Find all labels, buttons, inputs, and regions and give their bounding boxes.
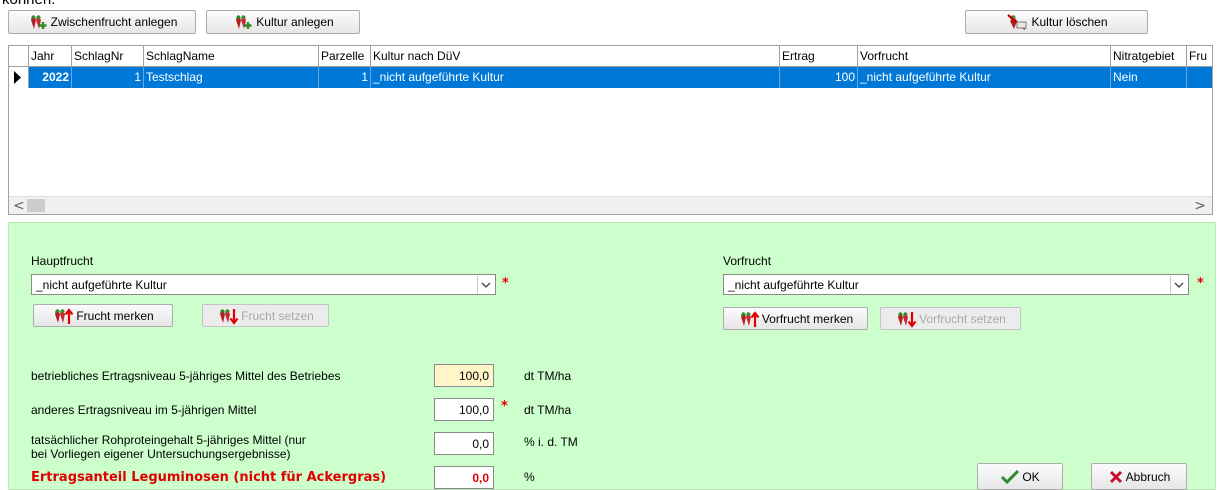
col-fru[interactable]: Fru [1187,46,1212,67]
anderes-unit: dt TM/ha [524,403,572,417]
ok-button[interactable]: OK [977,463,1063,490]
current-row-arrow-icon [14,71,21,84]
crop-delete-icon [1007,14,1027,30]
frucht-merken-button[interactable]: Frucht merken [33,304,173,327]
cell-nitratgebiet: Nein [1111,67,1187,88]
vorfrucht-merken-label: Vorfrucht merken [761,311,854,326]
vorfrucht-select[interactable]: _nicht aufgeführte Kultur [723,274,1189,295]
col-nitratgebiet[interactable]: Nitratgebiet [1111,46,1187,67]
betrieb-unit: dt TM/ha [524,369,572,383]
frucht-merken-label: Frucht merken [76,308,154,323]
leguminosen-field[interactable]: 0,0 [434,466,494,489]
scroll-thumb[interactable] [27,199,45,212]
cancel-x-icon [1109,470,1122,483]
required-marker: * [1197,276,1204,291]
header-indicator [9,46,29,67]
col-vorfrucht[interactable]: Vorfrucht [858,46,1111,67]
kultur-grid[interactable]: Jahr SchlagNr SchlagName Parzelle Kultur… [8,45,1213,215]
abbruch-button[interactable]: Abbruch [1091,463,1187,490]
kultur-form-panel: Hauptfrucht _nicht aufgeführte Kultur * … [8,222,1216,490]
table-row[interactable]: 2022 1 Testschlag 1 _nicht aufgeführte K… [9,67,1212,88]
required-marker: * [501,399,508,414]
vorfrucht-setzen-button[interactable]: Vorfrucht setzen [880,307,1021,330]
kultur-loeschen-button[interactable]: Kultur löschen [965,10,1148,34]
cutoff-text: können. [2,0,55,8]
checkmark-icon [1001,469,1020,484]
row-indicator[interactable] [9,67,29,88]
abbruch-label: Abbruch [1125,469,1171,484]
rohprotein-field[interactable]: 0,0 [434,432,494,455]
hauptfrucht-select[interactable]: _nicht aufgeführte Kultur [31,274,496,295]
kultur-anlegen-label: Kultur anlegen [256,15,334,29]
col-ertrag[interactable]: Ertrag [780,46,858,67]
anderes-ertragsniveau-label: anderes Ertragsniveau im 5-jährigen Mitt… [31,403,257,417]
cell-schlagnr: 1 [72,67,144,88]
kultur-anlegen-button[interactable]: Kultur anlegen [206,10,360,34]
cell-kultur: _nicht aufgeführte Kultur [371,67,780,88]
vorfrucht-setzen-label: Vorfrucht setzen [919,311,1006,326]
frucht-setzen-label: Frucht setzen [241,308,314,323]
col-parzelle[interactable]: Parzelle [319,46,371,67]
crop-down-icon [220,308,239,325]
crop-down-icon [898,311,917,328]
crop-up-icon [740,310,760,327]
chevron-down-icon[interactable] [1170,276,1187,293]
rohprotein-label-line1: tatsächlicher Rohproteingehalt 5-jährige… [31,433,306,447]
crop-up-icon [55,307,74,324]
leguminosen-label: Ertragsanteil Leguminosen (nicht für Ack… [31,470,387,485]
cell-parzelle: 1 [319,67,371,88]
leguminosen-unit: % [524,470,535,484]
horizontal-scrollbar[interactable]: < > [9,196,1212,214]
scroll-right-arrow[interactable]: > [1194,198,1206,214]
cell-ertrag: 100 [780,67,858,88]
hauptfrucht-label: Hauptfrucht [31,254,94,268]
cell-vorfrucht: _nicht aufgeführte Kultur [858,67,1111,88]
crop-add-icon [30,15,47,29]
grid-header: Jahr SchlagNr SchlagName Parzelle Kultur… [9,46,1212,67]
zwischenfrucht-anlegen-button[interactable]: Zwischenfrucht anlegen [8,10,196,34]
rohprotein-label-line2: bei Vorliegen eigener Untersuchungsergeb… [31,447,291,461]
col-schlagname[interactable]: SchlagName [144,46,319,67]
col-kultur[interactable]: Kultur nach DüV [371,46,780,67]
ok-label: OK [1022,469,1040,484]
col-jahr[interactable]: Jahr [29,46,72,67]
cell-schlagname: Testschlag [144,67,319,88]
frucht-setzen-button[interactable]: Frucht setzen [202,304,329,327]
cell-jahr: 2022 [29,67,72,88]
kultur-loeschen-label: Kultur löschen [1031,15,1108,29]
anderes-ertragsniveau-field[interactable]: 100,0 [434,398,494,421]
rohprotein-unit: % i. d. TM [524,435,578,449]
vorfrucht-merken-button[interactable]: Vorfrucht merken [723,307,868,330]
required-marker: * [502,276,509,291]
cell-fru [1187,67,1212,88]
chevron-down-icon[interactable] [477,276,494,293]
col-schlagnr[interactable]: SchlagNr [72,46,144,67]
scroll-left-arrow[interactable]: < [13,198,25,214]
vorfrucht-value: _nicht aufgeführte Kultur [728,278,859,292]
crop-add-icon [236,15,252,29]
vorfrucht-label: Vorfrucht [723,254,772,268]
betrieb-ertragsniveau-field[interactable]: 100,0 [434,364,494,387]
hauptfrucht-value: _nicht aufgeführte Kultur [36,278,167,292]
betrieb-ertragsniveau-label: betriebliches Ertragsniveau 5-jähriges M… [31,369,341,383]
zwischenfrucht-anlegen-label: Zwischenfrucht anlegen [50,15,178,29]
